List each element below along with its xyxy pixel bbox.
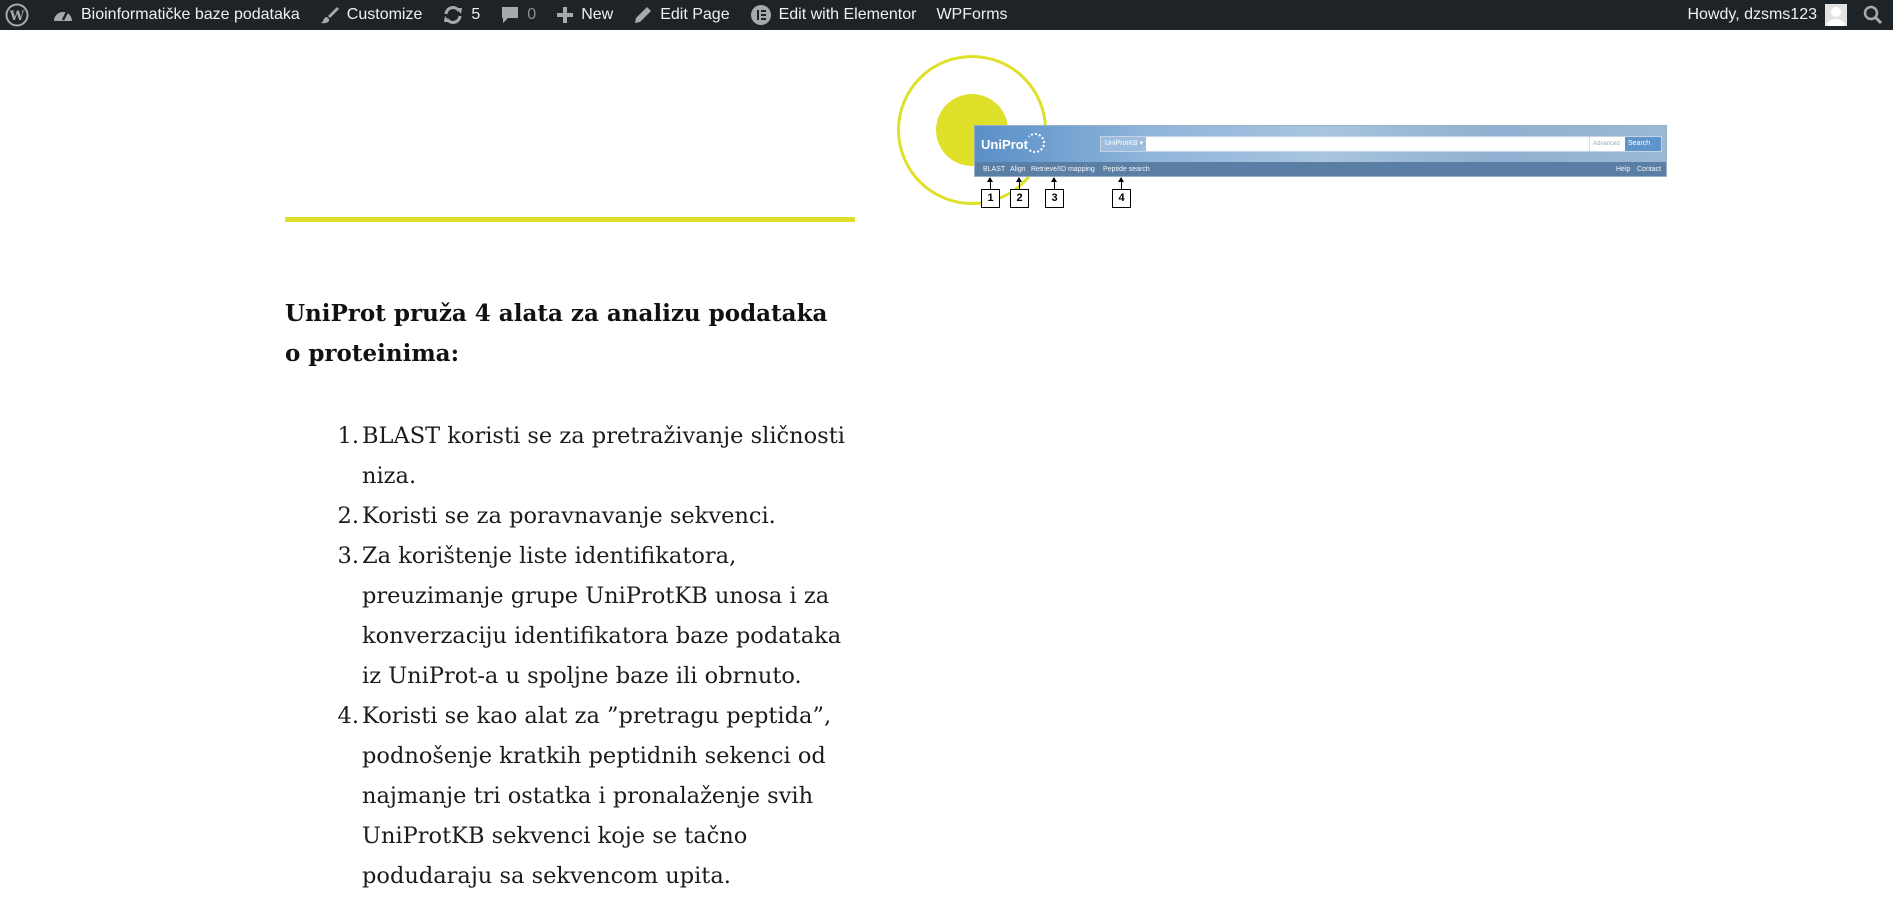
search-icon [1863, 5, 1883, 25]
wpforms-link[interactable]: WPForms [926, 0, 1017, 30]
edit-page-label: Edit Page [660, 6, 730, 23]
admin-bar: W Bioinformatičke baze podataka Customiz… [0, 0, 1893, 30]
list-number: 3. [337, 543, 359, 569]
callout-box-1: 1 [981, 189, 1000, 208]
intro-heading: UniProt pruža 4 alata za analizu podatak… [285, 300, 828, 367]
tools-list: 1. BLAST koristi se za pretraživanje sli… [338, 416, 862, 896]
list-number: 1. [337, 423, 359, 449]
uniprot-scope-select: UniProtKB ▾ [1101, 137, 1146, 151]
plus-icon [556, 6, 574, 24]
callout-box-4: 4 [1112, 189, 1131, 208]
svg-text:W: W [9, 9, 25, 24]
callout-arrow-4 [1118, 177, 1124, 189]
callout-box-2: 2 [1010, 189, 1029, 208]
uniprot-toolbar-image: UniProt UniProtKB ▾ Advanced ▾ Search BL… [974, 125, 1667, 177]
uniprot-search-field [1100, 136, 1662, 152]
uniprot-advanced-link: Advanced ▾ [1589, 137, 1623, 161]
wpforms-label: WPForms [936, 6, 1008, 23]
list-item-text: Koristi se za poravnavanje sekvenci. [362, 503, 776, 529]
pencil-icon [633, 5, 653, 25]
site-name-link[interactable]: Bioinformatičke baze podataka [42, 0, 310, 30]
section-divider [285, 217, 855, 222]
uniprot-search-button: Search [1625, 137, 1661, 151]
comments-count: 0 [527, 6, 537, 23]
updates-link[interactable]: 5 [432, 0, 490, 30]
customize-link[interactable]: Customize [310, 0, 433, 30]
admin-search-button[interactable] [1855, 0, 1893, 30]
uniprot-logo-icon [1025, 133, 1045, 153]
uniprot-nav-align: Align [1010, 166, 1026, 173]
wordpress-menu[interactable]: W [0, 0, 42, 30]
site-name: Bioinformatičke baze podataka [81, 6, 300, 23]
list-item: 1. BLAST koristi se za pretraživanje sli… [338, 416, 862, 496]
comment-icon [500, 5, 520, 25]
edit-elementor-label: Edit with Elementor [778, 6, 917, 23]
uniprot-nav-blast: BLAST [983, 166, 1006, 173]
user-avatar [1825, 4, 1847, 26]
wordpress-logo-icon: W [5, 3, 29, 27]
callout-arrow-1 [987, 177, 993, 189]
updates-icon [442, 5, 464, 25]
list-item-text: Koristi se kao alat za ”pretragu peptida… [362, 703, 832, 889]
list-item-text: BLAST koristi se za pretraživanje slično… [362, 423, 845, 489]
list-item-text: Za korištenje liste identifikatora, preu… [362, 543, 842, 689]
callout-arrow-2 [1016, 177, 1022, 189]
callout-arrow-3 [1051, 177, 1057, 189]
uniprot-logo: UniProt [981, 137, 1028, 152]
my-account-link[interactable]: Howdy, dzsms123 [1677, 0, 1855, 30]
uniprot-nav-peptide: Peptide search [1103, 166, 1150, 173]
customize-label: Customize [346, 6, 423, 23]
new-label: New [581, 6, 614, 23]
brush-icon [320, 5, 340, 25]
dashboard-icon [52, 5, 74, 25]
list-item: 4. Koristi se kao alat za ”pretragu pept… [338, 696, 862, 896]
edit-elementor-link[interactable]: Edit with Elementor [740, 0, 927, 30]
new-content-link[interactable]: New [546, 0, 623, 30]
list-item: 2. Koristi se za poravnavanje sekvenci. [338, 496, 862, 536]
callout-box-3: 3 [1045, 189, 1064, 208]
elementor-icon [750, 4, 772, 26]
list-item: 3. Za korištenje liste identifikatora, p… [338, 536, 862, 696]
uniprot-nav-retrieve: Retrieve/ID mapping [1031, 166, 1095, 173]
list-number: 4. [337, 703, 359, 729]
uniprot-nav-help: Help [1616, 166, 1631, 173]
edit-page-link[interactable]: Edit Page [623, 0, 739, 30]
comments-link[interactable]: 0 [490, 0, 546, 30]
howdy-label: Howdy, dzsms123 [1687, 6, 1817, 23]
list-number: 2. [337, 503, 359, 529]
updates-count: 5 [471, 6, 481, 23]
uniprot-nav-contact: Contact [1637, 166, 1662, 173]
